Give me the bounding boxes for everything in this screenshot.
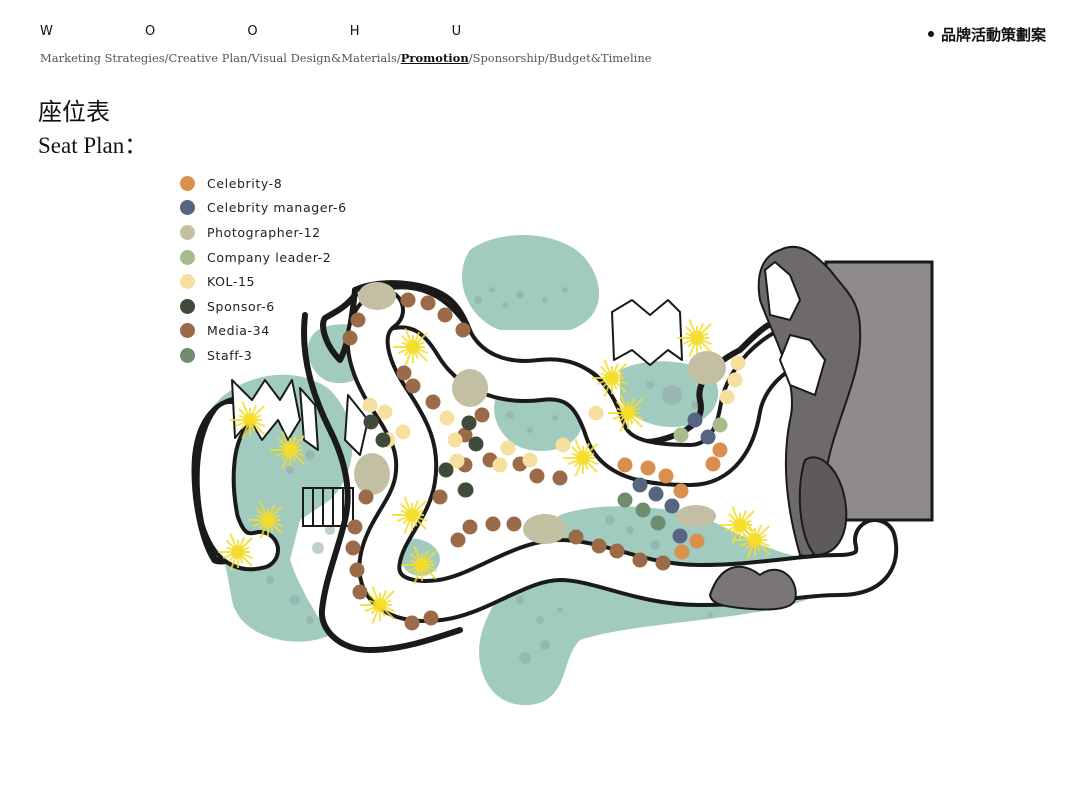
seat	[400, 292, 416, 308]
seat	[485, 516, 501, 532]
seat	[447, 432, 463, 448]
seat	[648, 486, 664, 502]
seat	[700, 429, 716, 445]
seat	[396, 365, 412, 381]
seat	[617, 457, 633, 473]
seat	[568, 529, 584, 545]
seat	[345, 540, 361, 556]
seat	[632, 552, 648, 568]
seat	[363, 414, 379, 430]
seat	[423, 610, 439, 626]
seat	[432, 489, 448, 505]
seat	[727, 372, 743, 388]
seat	[349, 562, 365, 578]
seat	[687, 412, 703, 428]
table	[354, 453, 390, 495]
table	[452, 369, 488, 407]
seat	[352, 584, 368, 600]
seat	[455, 322, 471, 338]
seat	[362, 397, 378, 413]
seat	[591, 538, 607, 554]
seat	[474, 407, 490, 423]
seat-plan-map	[191, 235, 934, 706]
seat	[617, 492, 633, 508]
seat	[437, 307, 453, 323]
seat	[672, 528, 688, 544]
seat	[438, 462, 454, 478]
seat	[347, 519, 363, 535]
seat	[674, 544, 690, 560]
seat	[712, 442, 728, 458]
seat	[458, 482, 474, 498]
seat	[420, 295, 436, 311]
table	[358, 282, 396, 310]
seat	[552, 470, 568, 486]
table	[688, 351, 726, 385]
seat	[529, 468, 545, 484]
seat	[350, 312, 366, 328]
seat	[462, 519, 478, 535]
seat	[705, 456, 721, 472]
seat	[405, 378, 421, 394]
seat	[500, 440, 516, 456]
seat	[358, 489, 374, 505]
seat	[468, 436, 484, 452]
seat	[719, 389, 735, 405]
seat	[664, 498, 680, 514]
seat	[635, 502, 651, 518]
seat	[689, 533, 705, 549]
seat	[506, 516, 522, 532]
seat	[439, 410, 455, 426]
seat	[640, 460, 656, 476]
seat	[492, 457, 508, 473]
seat	[655, 555, 671, 571]
seat	[522, 452, 538, 468]
seat	[425, 394, 441, 410]
seat	[730, 355, 746, 371]
seat	[588, 405, 604, 421]
table	[676, 505, 716, 527]
seat	[395, 424, 411, 440]
seat	[658, 468, 674, 484]
seat	[342, 330, 358, 346]
seat	[609, 543, 625, 559]
seat	[712, 417, 728, 433]
seat	[673, 483, 689, 499]
seat	[673, 427, 689, 443]
seat	[650, 515, 666, 531]
seat	[632, 477, 648, 493]
seat	[555, 437, 571, 453]
table	[523, 514, 567, 544]
seat	[450, 532, 466, 548]
seat	[377, 404, 393, 420]
seat	[375, 432, 391, 448]
seat	[404, 615, 420, 631]
seat	[461, 415, 477, 431]
